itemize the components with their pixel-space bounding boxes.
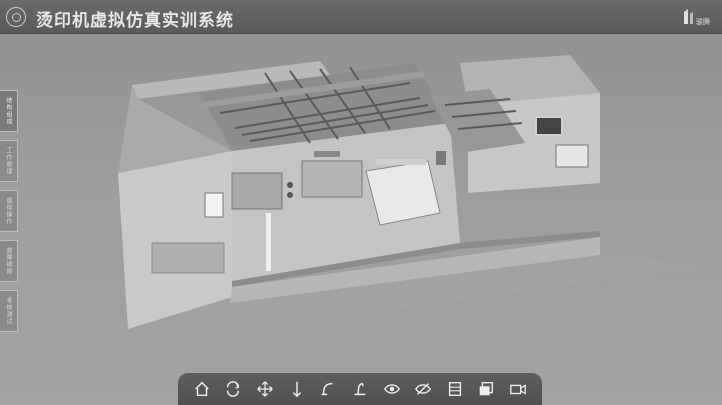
rotate-icon	[227, 381, 240, 397]
sidebar-item-operation[interactable]: 虚拟操作	[0, 190, 18, 232]
pan-icon	[257, 381, 273, 397]
solid-button[interactable]	[474, 377, 498, 401]
sidebar-item-principle[interactable]: 工作原理	[0, 140, 18, 182]
feed-tray	[365, 160, 441, 226]
sidebar-item-assessment[interactable]: 考核测试	[0, 290, 18, 332]
disassemble-icon	[322, 382, 333, 396]
transparent-button[interactable]	[443, 377, 467, 401]
unit-label	[314, 151, 340, 157]
zoom-icon	[292, 381, 301, 398]
sidebar: 结构组成 工作原理 虚拟操作 故障排除 考核测试	[0, 90, 20, 340]
hide-button[interactable]	[411, 377, 435, 401]
show-button[interactable]	[380, 377, 404, 401]
system-logo-icon	[6, 7, 26, 27]
rotate-button[interactable]	[221, 377, 245, 401]
vertical-rod	[266, 213, 271, 271]
view-toolbar	[178, 373, 542, 405]
brand-name: 骏腾	[696, 18, 710, 26]
assemble-icon	[354, 382, 366, 396]
assemble-button[interactable]	[348, 377, 372, 401]
pan-button[interactable]	[253, 377, 277, 401]
left-window	[204, 192, 224, 218]
hide-icon	[415, 383, 432, 395]
solid-icon	[480, 382, 494, 396]
camera-icon	[510, 384, 526, 395]
control-knob[interactable]	[287, 182, 293, 188]
touch-screen[interactable]	[535, 116, 563, 136]
zoom-button[interactable]	[285, 377, 309, 401]
center-indicator	[436, 151, 446, 165]
right-window	[555, 144, 589, 168]
show-icon	[383, 384, 400, 394]
transparent-icon	[448, 382, 461, 396]
home-icon	[195, 381, 209, 397]
sidebar-item-troubleshooting[interactable]: 故障排除	[0, 240, 18, 282]
app-title: 烫印机虚拟仿真实训系统	[36, 11, 234, 31]
printing-unit	[301, 160, 363, 198]
sidebar-item-structure[interactable]: 结构组成	[0, 90, 18, 132]
home-button[interactable]	[190, 377, 214, 401]
control-knob[interactable]	[287, 192, 293, 198]
disassemble-button[interactable]	[316, 377, 340, 401]
camera-button[interactable]	[506, 377, 530, 401]
lower-left-panel	[151, 242, 225, 274]
tray-lip	[376, 159, 426, 165]
title-bar: 烫印机虚拟仿真实训系统 骏腾	[0, 0, 722, 34]
control-box[interactable]	[231, 172, 283, 210]
3d-viewport[interactable]	[20, 33, 722, 373]
